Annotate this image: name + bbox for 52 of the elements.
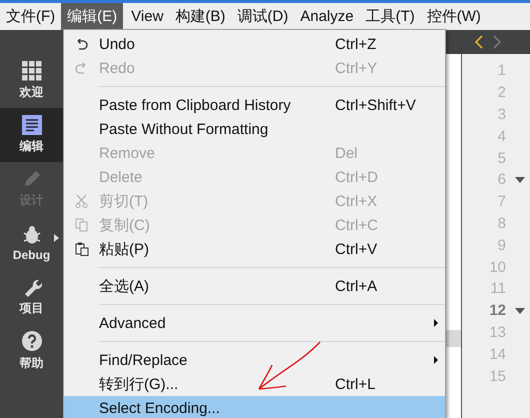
menu-item[interactable]: 转到行(G)... Ctrl+L	[64, 372, 445, 396]
menu-title[interactable]: 调试(D)	[231, 3, 294, 30]
grid-icon	[22, 61, 42, 81]
paste-icon	[74, 242, 88, 256]
mode-button[interactable]: 编辑	[0, 108, 63, 162]
submenu-arrow-icon	[434, 319, 438, 327]
line-number: 7	[496, 192, 507, 212]
menu-item[interactable]: Paste Without Formatting	[64, 117, 445, 141]
line-number: 10	[488, 258, 507, 278]
menu-title[interactable]: 构建(B)	[169, 3, 232, 30]
menu-item[interactable]: 粘贴(P) Ctrl+V	[64, 237, 445, 261]
line-number: 12	[488, 301, 507, 322]
menu-item[interactable]: 全选(A) Ctrl+A	[64, 274, 445, 298]
menu-title[interactable]: 编辑(E)	[61, 3, 124, 30]
menu-title[interactable]: Analyze	[294, 3, 360, 30]
line-number: 9	[496, 236, 507, 256]
redo-icon	[75, 62, 88, 74]
bug-icon	[22, 224, 42, 244]
caret-icon	[54, 234, 59, 242]
scissors-icon	[75, 194, 88, 208]
mode-button[interactable]: 帮助	[0, 324, 63, 378]
menu-item[interactable]: Paste from Clipboard History Ctrl+Shift+V	[64, 93, 445, 117]
line-number: 15	[488, 366, 507, 387]
line-number: 2	[496, 83, 507, 104]
line-number: 1	[496, 61, 507, 82]
menu-title[interactable]: 控件(W)	[420, 3, 487, 30]
line-number: 4	[496, 126, 507, 147]
back-icon[interactable]	[474, 35, 484, 49]
menu-title[interactable]: 工具(T)	[360, 3, 421, 30]
menu-title[interactable]: View	[125, 3, 170, 30]
menu-title[interactable]: 文件(F)	[0, 3, 62, 30]
menu-item[interactable]: Undo Ctrl+Z	[64, 32, 445, 56]
line-number: 11	[489, 279, 507, 300]
line-number: 8	[496, 214, 507, 234]
document-icon	[22, 115, 42, 135]
copy-icon	[75, 218, 88, 232]
line-number: 14	[488, 344, 507, 365]
submenu-arrow-icon	[434, 356, 438, 364]
menu-item[interactable]: Select Encoding...	[64, 396, 445, 418]
mode-button[interactable]: Debug	[0, 216, 63, 270]
line-number: 5	[496, 148, 507, 169]
menu-item[interactable]: Find/Replace	[64, 348, 445, 372]
help-icon	[20, 330, 42, 352]
undo-icon	[75, 38, 88, 50]
fold-marker-icon[interactable]	[515, 176, 525, 183]
line-number: 3	[496, 104, 507, 125]
line-number: 6	[496, 170, 507, 190]
menu-item[interactable]: Advanced	[64, 311, 445, 335]
mode-button[interactable]: 欢迎	[0, 54, 63, 108]
mode-button[interactable]: 项目	[0, 270, 63, 324]
line-number: 13	[488, 322, 507, 343]
fold-marker-icon[interactable]	[515, 308, 525, 314]
